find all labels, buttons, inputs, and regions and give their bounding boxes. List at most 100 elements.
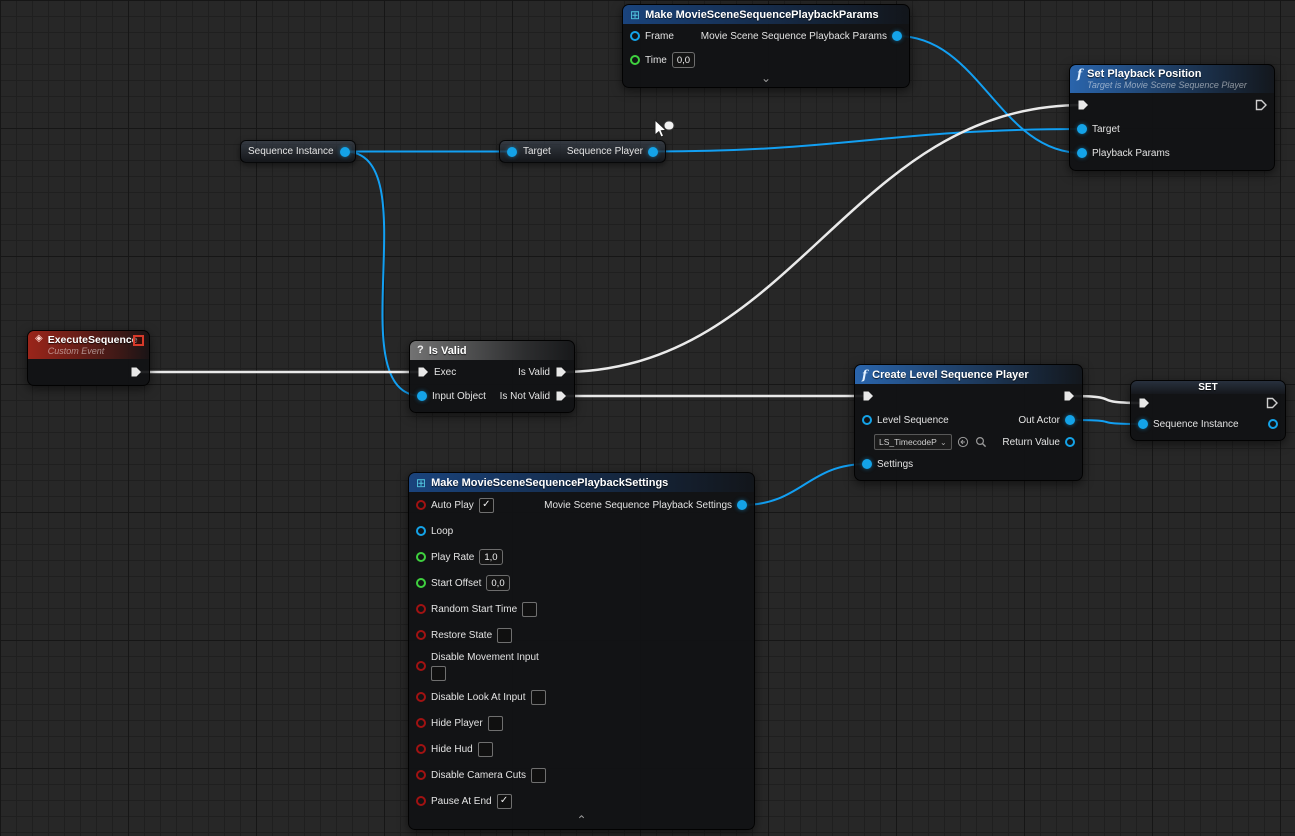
pin-make-settings-hide-player-in[interactable]: [416, 718, 426, 728]
random-start-time-checkbox[interactable]: [522, 602, 537, 617]
wire[interactable]: [897, 36, 1082, 153]
node-subtitle: Custom Event: [48, 346, 138, 356]
pin-make-settings-disable-movement-input-in[interactable]: [416, 661, 426, 671]
time-value-field[interactable]: 0,0: [672, 52, 695, 68]
pin-set-playback-position-exec-in[interactable]: [1077, 99, 1089, 111]
node-header[interactable]: f Set Playback Position Target is Movie …: [1070, 65, 1274, 93]
pin-is-valid-input-object-in[interactable]: [417, 391, 427, 401]
blueprint-graph-canvas[interactable]: ⊞ Make MovieSceneSequencePlaybackParams …: [0, 0, 1295, 836]
collapse-chevron-icon[interactable]: ⌃: [409, 814, 754, 829]
auto-play-checkbox[interactable]: ✓: [479, 498, 494, 513]
node-header[interactable]: ⊞ Make MovieSceneSequencePlaybackSetting…: [409, 473, 754, 492]
node-get-sequence-instance[interactable]: Sequence Instance: [240, 140, 356, 163]
frame-pin-label: Frame: [645, 31, 674, 42]
hide-hud-checkbox[interactable]: [478, 742, 493, 757]
pin-make-settings-random-start-time-in[interactable]: [416, 604, 426, 614]
pin-make-settings-loop-in[interactable]: [416, 526, 426, 536]
restore-state-checkbox[interactable]: [497, 628, 512, 643]
disable-movement-input-pin-label: Disable Movement Input: [431, 652, 539, 663]
hide-player-checkbox[interactable]: [488, 716, 503, 731]
pin-row: Hide Player: [409, 710, 754, 736]
play-rate-value-field[interactable]: 1,0: [479, 549, 502, 565]
is-not-valid-pin-label: Is Not Valid: [500, 391, 550, 402]
pin-make-settings-play-rate-in[interactable]: [416, 552, 426, 562]
pin-get-sequence-player-out[interactable]: [648, 147, 658, 157]
is-valid-pin-label: Is Valid: [518, 367, 550, 378]
exec-pin-label: Exec: [434, 367, 456, 378]
pin-create-player-level-sequence-in[interactable]: [862, 415, 872, 425]
time-pin-label: Time: [645, 55, 667, 66]
pin-set-sequence-instance-in[interactable]: [1138, 419, 1148, 429]
pin-create-player-exec-out[interactable]: [1063, 390, 1075, 402]
pin-set-exec-out[interactable]: [1266, 397, 1278, 409]
pin-is-valid-exec-in[interactable]: [417, 366, 429, 378]
pin-make-settings-restore-state-in[interactable]: [416, 630, 426, 640]
node-header[interactable]: f Create Level Sequence Player: [855, 365, 1082, 384]
pin-create-player-return-value[interactable]: [1065, 437, 1075, 447]
pin-get-sequence-player-target-in[interactable]: [507, 147, 517, 157]
browse-asset-button[interactable]: [975, 436, 988, 449]
pause-at-end-checkbox[interactable]: ✓: [497, 794, 512, 809]
target-pin-label: Target: [523, 146, 551, 157]
pin-row: Settings: [855, 452, 1082, 476]
disable-movement-input-checkbox[interactable]: [431, 666, 446, 681]
pin-row: Restore State: [409, 622, 754, 648]
settings-out-label: Movie Scene Sequence Playback Settings: [544, 500, 732, 511]
delegate-pin[interactable]: [133, 335, 144, 346]
expand-chevron-icon[interactable]: ⌄: [623, 72, 909, 87]
restore-state-pin-label: Restore State: [431, 630, 492, 641]
pin-make-params-out[interactable]: [892, 31, 902, 41]
pin-row: Pause At End ✓: [409, 788, 754, 814]
pin-make-settings-disable-look-at-input-in[interactable]: [416, 692, 426, 702]
node-header[interactable]: ? Is Valid: [410, 341, 574, 360]
pin-set-exec-in[interactable]: [1138, 397, 1150, 409]
node-execute-sequence-event[interactable]: ◈ ExecuteSequence Custom Event: [27, 330, 150, 386]
node-set-sequence-instance[interactable]: SET Sequence Instance: [1130, 380, 1286, 441]
pin-create-player-exec-in[interactable]: [862, 390, 874, 402]
start-offset-value-field[interactable]: 0,0: [486, 575, 509, 591]
pin-sequence-instance-out[interactable]: [340, 147, 350, 157]
pin-make-settings-hide-hud-in[interactable]: [416, 744, 426, 754]
pin-row: Play Rate 1,0: [409, 544, 754, 570]
pin-row: Disable Movement Input: [409, 648, 754, 684]
node-make-movie-scene-sequence-playback-settings[interactable]: ⊞ Make MovieSceneSequencePlaybackSetting…: [408, 472, 755, 830]
node-header[interactable]: SET: [1131, 381, 1285, 394]
wire[interactable]: [742, 464, 867, 505]
pin-make-settings-start-offset-in[interactable]: [416, 578, 426, 588]
pin-row: Frame Movie Scene Sequence Playback Para…: [623, 24, 909, 48]
pin-is-valid-valid-out[interactable]: [555, 366, 567, 378]
pin-set-out[interactable]: [1268, 419, 1278, 429]
pin-execute-sequence-exec-out[interactable]: [130, 366, 142, 378]
node-header[interactable]: ⊞ Make MovieSceneSequencePlaybackParams: [623, 5, 909, 24]
pin-make-params-time-in[interactable]: [630, 55, 640, 65]
node-get-sequence-player[interactable]: Target Sequence Player: [499, 140, 666, 163]
pin-row: Playback Params: [1070, 141, 1274, 165]
random-start-time-pin-label: Random Start Time: [431, 604, 517, 615]
node-create-level-sequence-player[interactable]: f Create Level Sequence Player Level Seq…: [854, 364, 1083, 481]
check-icon: ✓: [482, 500, 490, 510]
pin-set-playback-position-exec-out[interactable]: [1255, 99, 1267, 111]
wire[interactable]: [653, 129, 1082, 152]
node-header[interactable]: ◈ ExecuteSequence Custom Event: [28, 331, 149, 359]
level-sequence-asset-dropdown[interactable]: LS_TimecodePr ⌄: [874, 434, 952, 450]
pin-set-playback-position-params-in[interactable]: [1077, 148, 1087, 158]
disable-look-at-input-checkbox[interactable]: [531, 690, 546, 705]
node-make-movie-scene-sequence-playback-params[interactable]: ⊞ Make MovieSceneSequencePlaybackParams …: [622, 4, 910, 88]
pin-make-settings-disable-camera-cuts-in[interactable]: [416, 770, 426, 780]
pin-create-player-out-actor[interactable]: [1065, 415, 1075, 425]
pin-is-valid-notvalid-out[interactable]: [555, 390, 567, 402]
use-selected-asset-button[interactable]: [957, 436, 970, 449]
pin-row: Time 0,0: [623, 48, 909, 72]
pin-create-player-settings-in[interactable]: [862, 459, 872, 469]
pin-set-playback-position-target-in[interactable]: [1077, 124, 1087, 134]
pin-make-params-frame-in[interactable]: [630, 31, 640, 41]
node-is-valid[interactable]: ? Is Valid Exec Is Valid Input Object Is…: [409, 340, 575, 413]
pin-make-settings-auto-play-in[interactable]: [416, 500, 426, 510]
disable-camera-cuts-checkbox[interactable]: [531, 768, 546, 783]
pin-make-settings-pause-at-end-in[interactable]: [416, 796, 426, 806]
node-set-playback-position[interactable]: f Set Playback Position Target is Movie …: [1069, 64, 1275, 171]
pin-row: Loop: [409, 518, 754, 544]
pin-row: LS_TimecodePr ⌄ Return Value: [855, 432, 1082, 452]
pin-make-settings-out[interactable]: [737, 500, 747, 510]
level-sequence-pin-label: Level Sequence: [877, 415, 949, 426]
